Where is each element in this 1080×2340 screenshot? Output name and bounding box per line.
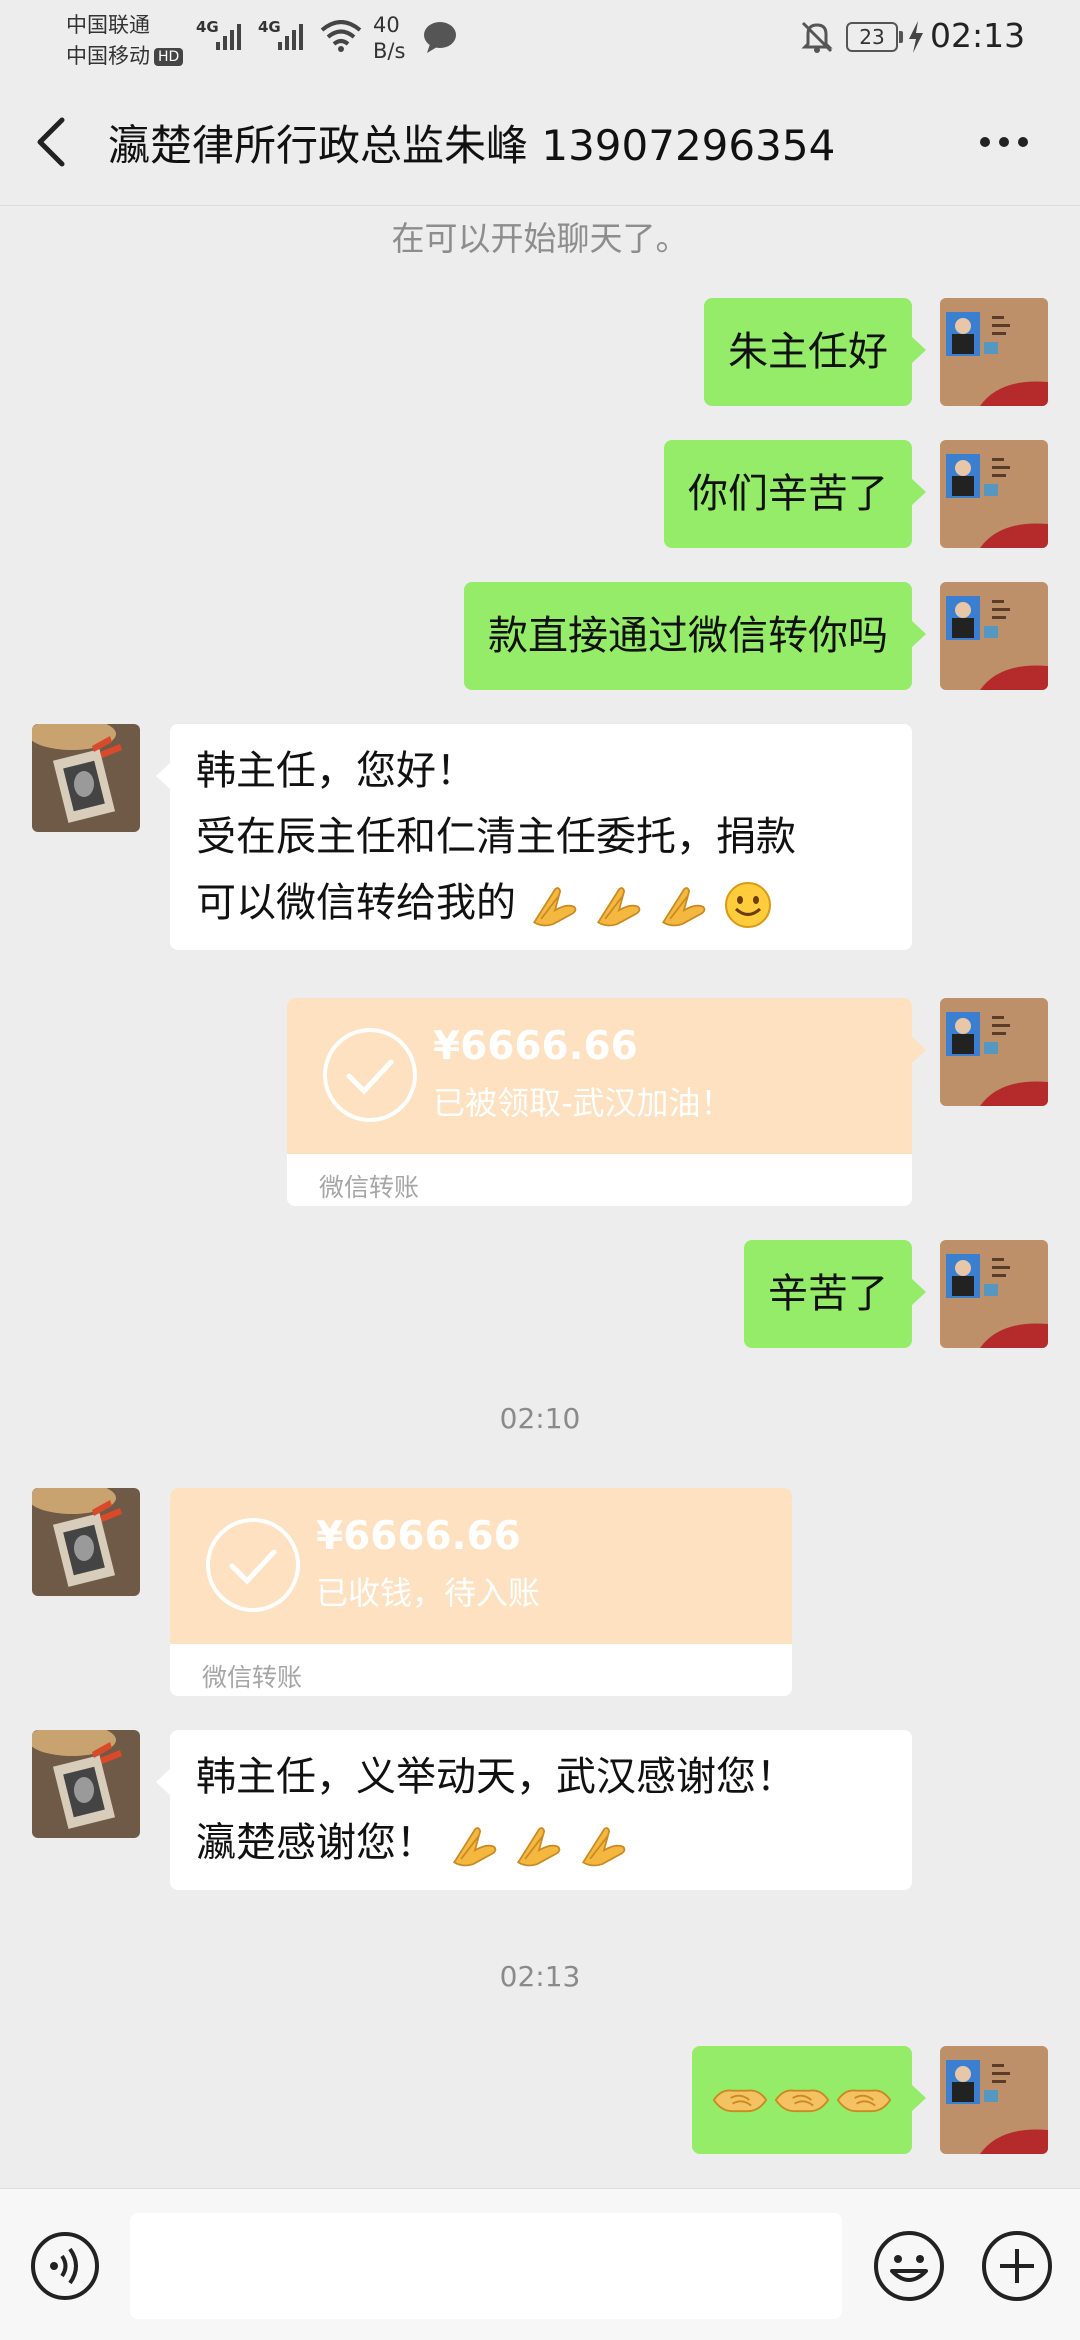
transfer-label: 微信转账 [202, 1663, 303, 1692]
battery-indicator: 23 [846, 22, 898, 52]
emoji-button[interactable] [872, 2229, 946, 2307]
outgoing-message[interactable]: 辛苦了 [744, 1240, 926, 1348]
transfer-card-top: ¥6666.66 已被领取-武汉加油！ [287, 998, 912, 1154]
check-icon [206, 1518, 300, 1612]
folded-hands-emoji [529, 879, 581, 931]
folded-hands-emoji [658, 879, 710, 931]
wifi-icon [320, 20, 362, 56]
plus-button[interactable] [980, 2229, 1054, 2307]
chat-header: 瀛楚律所行政总监朱峰 13907296354 [0, 78, 1080, 206]
contact-avatar[interactable] [32, 724, 140, 832]
more-options-button[interactable] [978, 134, 1030, 153]
self-avatar[interactable] [940, 2046, 1048, 2154]
back-button[interactable] [32, 116, 72, 172]
transfer-card-top: ¥6666.66 已收钱，待入账 [170, 1488, 792, 1644]
status-clock: 02:13 [930, 16, 1026, 55]
outgoing-message[interactable]: 款直接通过微信转你吗 [464, 582, 926, 690]
outgoing-message[interactable]: 你们辛苦了 [664, 440, 926, 548]
self-avatar[interactable] [940, 440, 1048, 548]
check-icon [323, 1028, 417, 1122]
handshake-emoji [836, 2080, 892, 2120]
carrier-2: 中国移动 [66, 44, 150, 68]
transfer-card[interactable]: ¥6666.66 已被领取-武汉加油！ 微信转账 [287, 998, 926, 1206]
folded-hands-emoji [513, 1819, 565, 1871]
self-avatar[interactable] [940, 582, 1048, 690]
handshake-emoji [774, 2080, 830, 2120]
contact-avatar[interactable] [32, 1730, 140, 1838]
self-avatar[interactable] [940, 1240, 1048, 1348]
message-timestamp: 02:10 [499, 1402, 581, 1435]
self-avatar[interactable] [940, 998, 1048, 1106]
charging-icon [908, 21, 924, 57]
transfer-card[interactable]: ¥6666.66 已收钱，待入账 微信转账 [170, 1488, 792, 1696]
system-notice: 在可以开始聊天了。 [391, 219, 689, 258]
outgoing-message[interactable] [692, 2046, 926, 2154]
signal-icon-2: 4G [258, 18, 308, 58]
incoming-message[interactable]: 韩主任，义举动天，武汉感谢您！ 瀛楚感谢您！ [156, 1730, 912, 1890]
smiling-face-emoji [724, 882, 771, 928]
transfer-status: 已被领取-武汉加油！ [433, 1084, 733, 1122]
transfer-status: 已收钱，待入账 [316, 1574, 541, 1612]
transfer-amount: ¥6666.66 [316, 1514, 521, 1559]
transfer-label: 微信转账 [319, 1173, 420, 1202]
hd-badge: HD [154, 48, 184, 66]
handshake-emoji [712, 2080, 768, 2120]
self-avatar[interactable] [940, 298, 1048, 406]
outgoing-message[interactable]: 朱主任好 [704, 298, 926, 406]
folded-hands-emoji [593, 879, 645, 931]
chat-title: 瀛楚律所行政总监朱峰 13907296354 [108, 121, 836, 170]
carrier-1: 中国联通 [66, 13, 150, 37]
message-notification-icon [422, 20, 458, 58]
input-bar [0, 2188, 1080, 2340]
transfer-amount: ¥6666.66 [433, 1024, 638, 1069]
message-input[interactable] [130, 2213, 842, 2319]
battery-tip [899, 31, 903, 43]
signal-icon-1: 4G [196, 18, 246, 58]
voice-button[interactable] [30, 2231, 100, 2305]
incoming-message[interactable]: 韩主任，您好！ 受在辰主任和仁清主任委托，捐款 可以微信转给我的 [156, 724, 912, 950]
folded-hands-emoji [449, 1819, 501, 1871]
network-speed: 40 B/s [373, 13, 406, 63]
folded-hands-emoji [578, 1819, 630, 1871]
status-bar: 中国联通 中国移动 HD 4G 4G 40 B/s 23 02:13 [0, 0, 1080, 78]
message-timestamp: 02:13 [499, 1960, 581, 1993]
contact-avatar[interactable] [32, 1488, 140, 1596]
carrier-labels: 中国联通 中国移动 HD [66, 10, 184, 72]
mute-bell-icon [800, 20, 834, 58]
